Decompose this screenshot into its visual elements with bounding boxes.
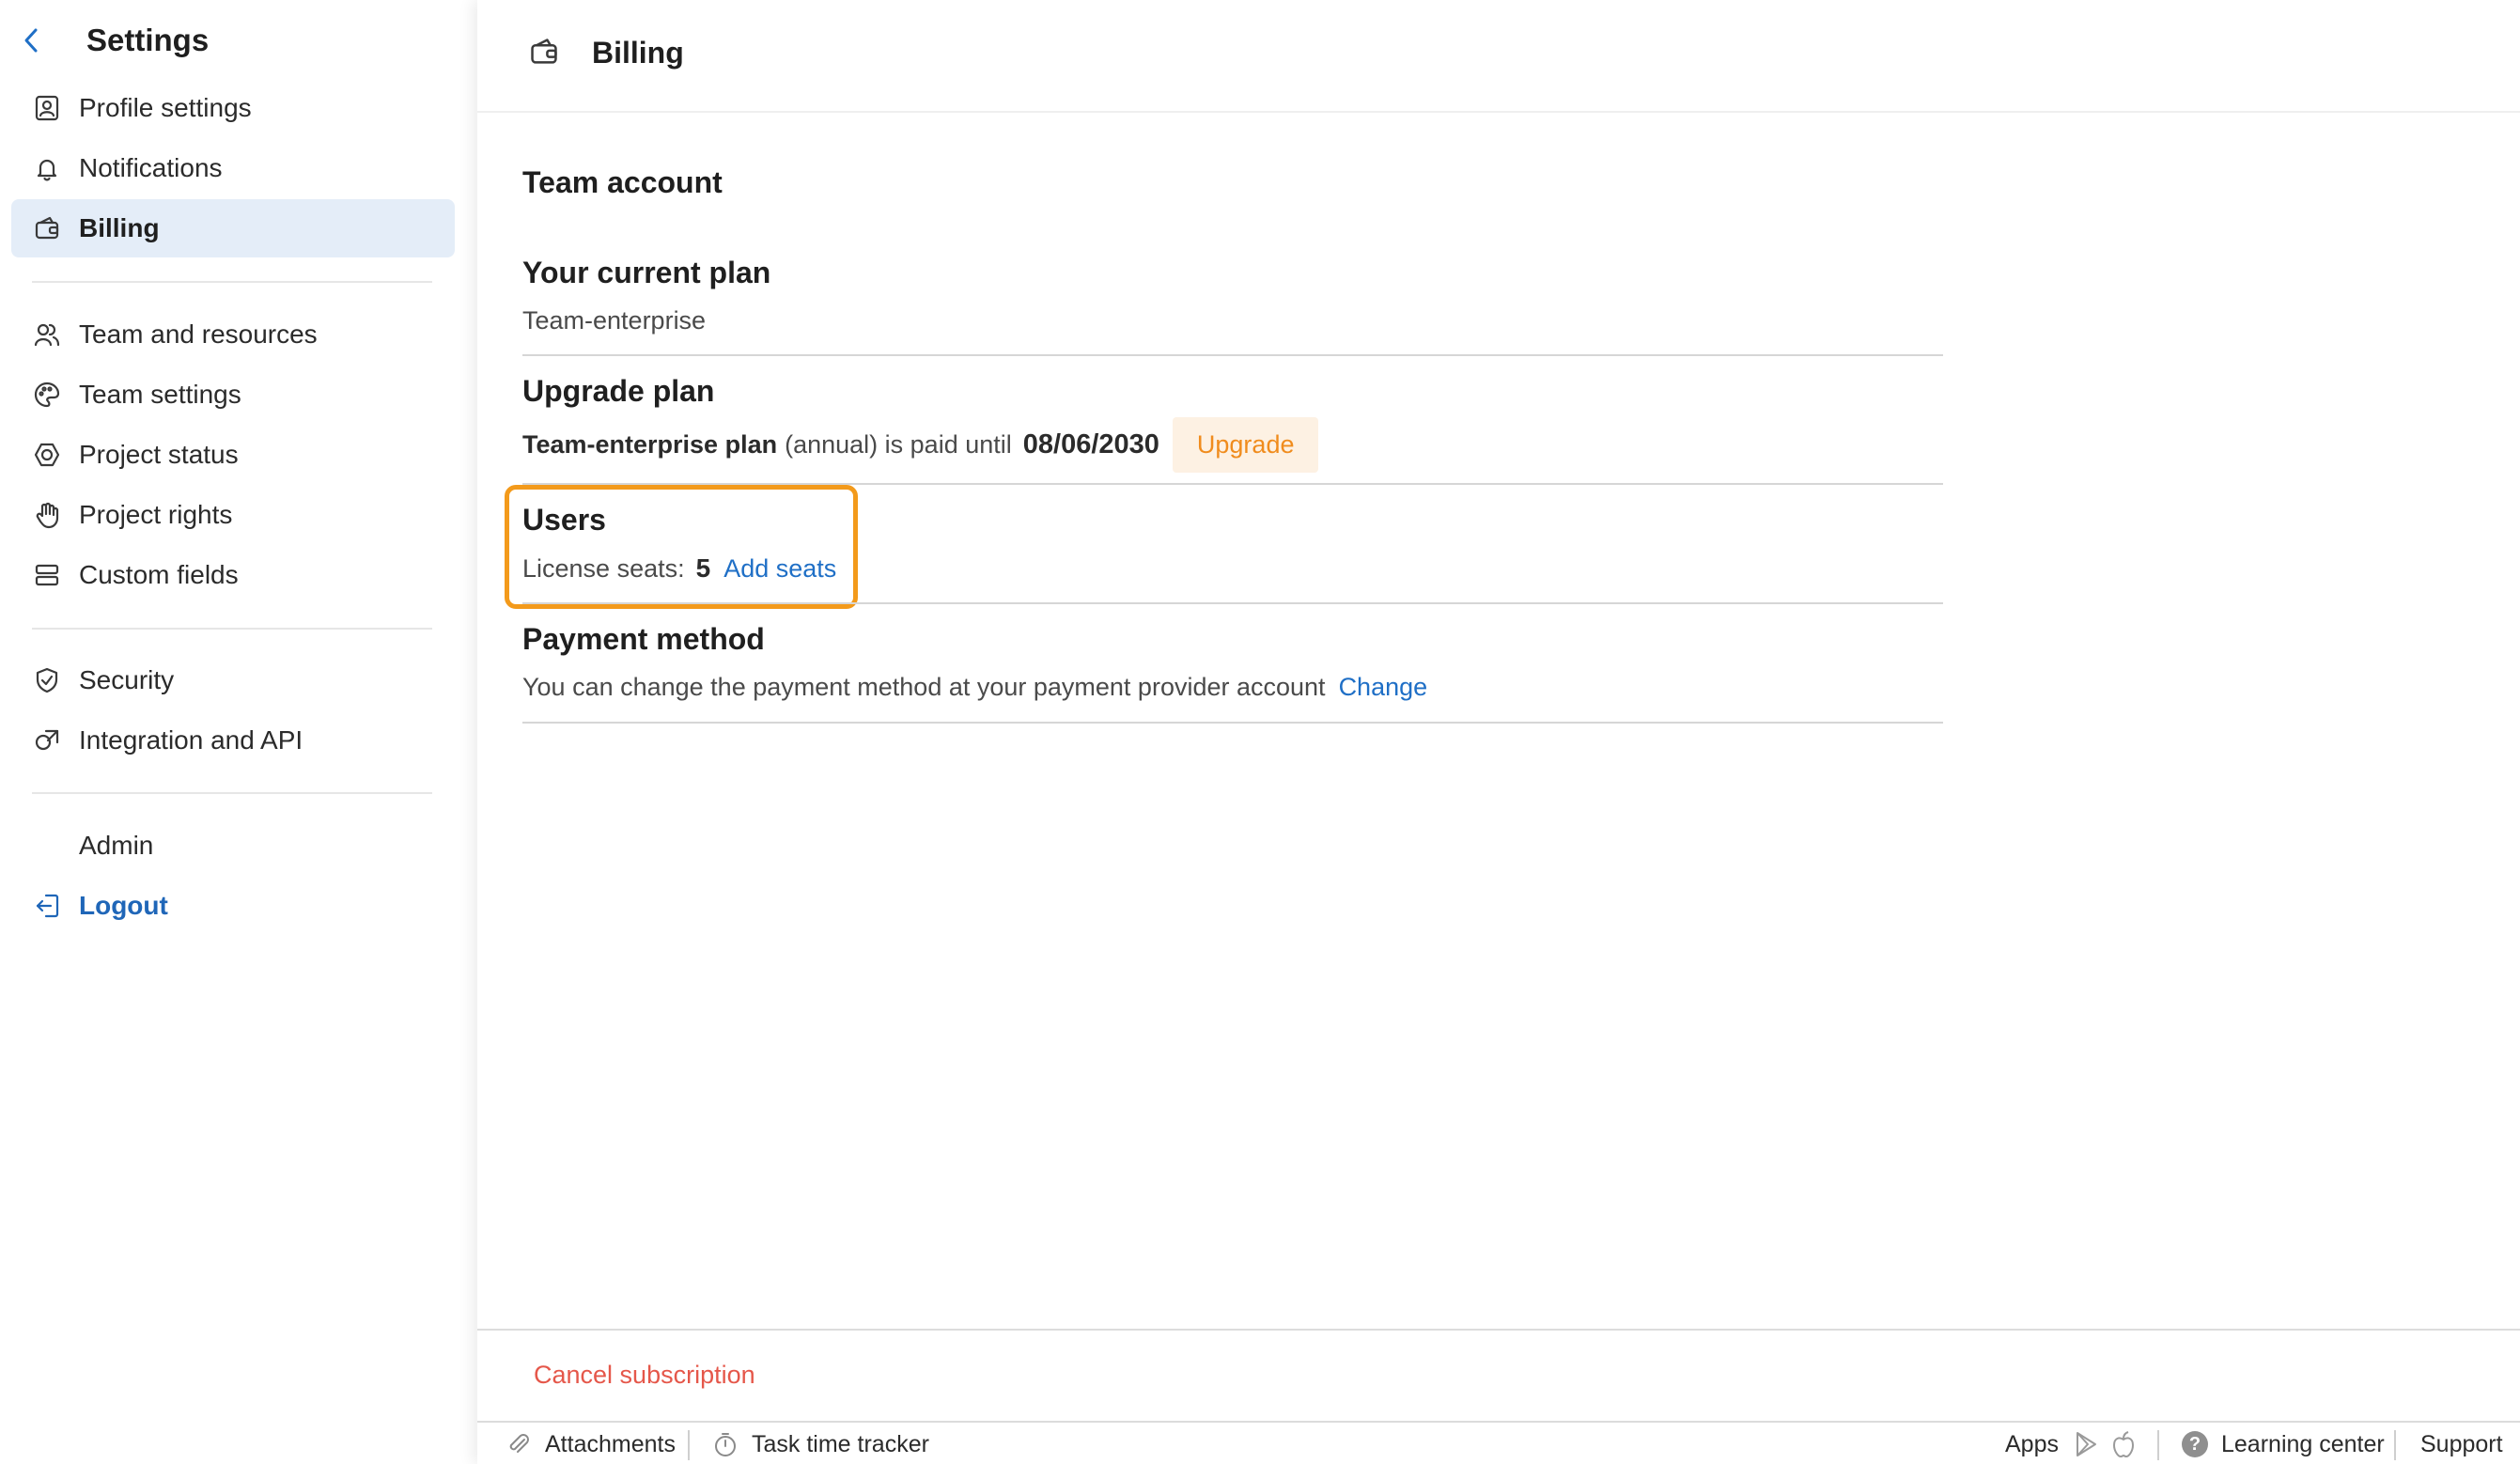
profile-icon [30,91,64,125]
sidebar-item-logout[interactable]: Logout [11,877,455,935]
sidebar-divider [32,628,432,630]
sidebar-item-label: Notifications [79,153,223,182]
task-time-tracker-button[interactable]: Task time tracker [712,1423,929,1464]
sidebar-divider [32,281,432,283]
page-title: Billing [592,36,684,70]
section-divider [522,722,1943,724]
sidebar-item-label: Team and resources [79,319,318,349]
upgrade-button[interactable]: Upgrade [1172,417,1319,473]
sidebar-item-label: Custom fields [79,560,239,589]
team-account-heading: Team account [522,165,723,199]
section-divider [522,354,1943,356]
logout-icon [30,889,64,923]
sidebar-header: Settings [0,0,477,83]
sidebar-item-billing[interactable]: Billing [11,199,455,257]
sidebar-item-project-rights[interactable]: Project rights [11,486,455,544]
apple-icon[interactable] [2110,1430,2137,1458]
sidebar-item-security[interactable]: Security [11,651,455,709]
settings-sidebar: Settings Profile settings Notifications … [0,0,477,1464]
billing-panel: Billing Team account Your current plan T… [477,0,2520,1464]
license-seats-row: License seats: 5 Add seats [522,553,836,584]
toolbar-separator [2394,1430,2396,1460]
attachments-button[interactable]: Attachments [506,1423,676,1464]
bell-icon [30,151,64,185]
payment-method-heading: Payment method [522,622,765,656]
hand-icon [30,498,64,532]
plan-name: Team-enterprise plan [522,430,778,459]
sidebar-item-label: Integration and API [79,725,303,755]
current-plan-value: Team-enterprise [522,306,707,335]
support-button[interactable]: Support [2420,1423,2503,1464]
palette-icon [30,378,64,412]
learning-center-label: Learning center [2221,1430,2385,1457]
license-seats-count: 5 [695,553,711,583]
apps-label: Apps [2005,1430,2059,1457]
sidebar-item-team-settings[interactable]: Team settings [11,366,455,424]
apps-button[interactable]: Apps [2005,1423,2059,1464]
license-seats-label: License seats: [522,553,685,583]
sidebar-item-admin[interactable]: Admin [11,817,455,875]
sidebar-item-label: Project status [79,440,239,469]
shield-icon [30,663,64,697]
toolbar-separator [688,1430,690,1460]
time-tracker-label: Task time tracker [752,1430,929,1457]
paperclip-icon [509,1434,529,1453]
plan-period-text: (annual) is paid until [785,430,1012,459]
page-header: Billing [477,0,2520,113]
upgrade-plan-row: Team-enterprise plan (annual) is paid un… [522,417,1319,473]
stopwatch-icon [715,1433,736,1456]
sidebar-item-label: Logout [79,891,168,920]
sidebar-item-project-status[interactable]: Project status [11,426,455,484]
toolbar-separator [2157,1430,2159,1460]
change-payment-link[interactable]: Change [1339,673,1428,702]
learning-center-button[interactable]: ? Learning center [2182,1423,2385,1464]
sidebar-item-label: Project rights [79,500,233,529]
sidebar-item-notifications[interactable]: Notifications [11,139,455,197]
footer-divider [477,1329,2520,1331]
sidebar-divider [32,792,432,794]
sidebar-item-integration-and-api[interactable]: Integration and API [11,711,455,770]
users-icon [30,318,64,351]
sidebar-item-team-and-resources[interactable]: Team and resources [11,305,455,364]
fields-icon [30,558,64,592]
sidebar-title: Settings [86,23,210,57]
payment-method-text: You can change the payment method at you… [522,673,1326,701]
sidebar-item-custom-fields[interactable]: Custom fields [11,546,455,604]
sidebar-item-label: Team settings [79,380,241,409]
support-label: Support [2420,1430,2503,1457]
play-store-icon[interactable] [2073,1430,2099,1458]
status-icon [30,438,64,472]
paid-until-date: 08/06/2030 [1022,429,1159,459]
section-divider [522,602,1943,604]
add-seats-link[interactable]: Add seats [723,554,836,584]
upgrade-plan-heading: Upgrade plan [522,374,715,408]
wallet-icon [528,36,560,68]
users-heading: Users [522,503,606,537]
payment-method-row: You can change the payment method at you… [522,673,1427,702]
sidebar-item-label: Billing [79,213,160,242]
attachments-label: Attachments [545,1430,676,1457]
back-arrow-icon[interactable] [21,24,43,56]
help-icon: ? [2182,1431,2208,1457]
sidebar-item-profile-settings[interactable]: Profile settings [11,79,455,137]
wallet-icon [30,211,64,245]
integration-icon [30,724,64,757]
cancel-subscription-link[interactable]: Cancel subscription [534,1361,755,1390]
sidebar-item-label: Admin [79,831,154,860]
sidebar-item-label: Security [79,665,175,694]
sidebar-item-label: Profile settings [79,93,252,122]
bottom-toolbar: Attachments Task time tracker Apps ? Lea… [477,1421,2520,1464]
current-plan-heading: Your current plan [522,256,771,289]
